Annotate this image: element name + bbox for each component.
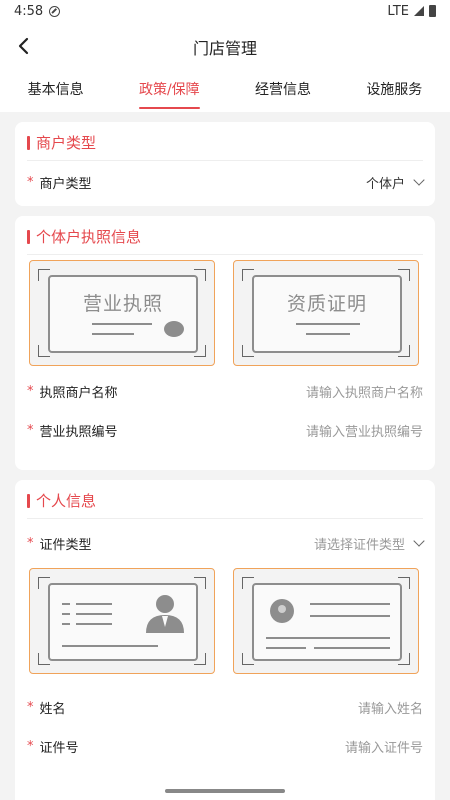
- license-number-label: 营业执照编号: [39, 424, 118, 440]
- merchant-type-value-text: 个体户: [365, 176, 405, 192]
- illustration-line: [296, 323, 360, 325]
- illustration-line: [266, 647, 306, 649]
- network-type: LTE: [387, 3, 409, 19]
- required-mark: *: [27, 535, 34, 551]
- personal-info-card: 个人信息 * 证件类型 请选择证件类型 * 姓名 请输入姓名 * 证件号 请输入…: [15, 480, 435, 800]
- personal-section-title: 个人信息: [27, 490, 96, 511]
- illustration-line: [314, 647, 390, 649]
- license-section-title: 个体户执照信息: [27, 226, 141, 247]
- person-portrait-icon: [146, 595, 184, 633]
- id-number-label: 证件号: [39, 740, 79, 756]
- battery-icon: [429, 5, 436, 17]
- illustration-line: [62, 613, 70, 615]
- status-right: LTE: [387, 4, 436, 19]
- license-number-input[interactable]: 请输入营业执照编号: [306, 421, 423, 440]
- tab-bar: 基本信息 政策/保障 经营信息 设施服务: [0, 72, 450, 112]
- illustration-line: [92, 323, 152, 325]
- home-indicator[interactable]: [165, 789, 285, 793]
- id-number-field[interactable]: * 证件号 请输入证件号: [27, 731, 423, 761]
- license-number-field[interactable]: * 营业执照编号 请输入营业执照编号: [27, 415, 423, 445]
- back-arrow-icon[interactable]: [14, 36, 34, 56]
- tab-business-info[interactable]: 经营信息: [251, 75, 315, 109]
- merchant-type-label: 商户类型: [39, 176, 92, 192]
- section-title-text: 个体户执照信息: [36, 228, 142, 246]
- emblem-icon: [270, 599, 294, 623]
- name-input[interactable]: 请输入姓名: [358, 698, 423, 717]
- name-field[interactable]: * 姓名 请输入姓名: [27, 692, 423, 722]
- name-label: 姓名: [39, 701, 66, 717]
- license-merchant-name-label: 执照商户名称: [39, 385, 118, 401]
- id-type-label: 证件类型: [39, 537, 92, 553]
- license-illustration-text: 营业执照: [82, 293, 163, 315]
- merchant-type-value[interactable]: 个体户: [365, 173, 425, 192]
- illustration-line: [306, 333, 350, 335]
- divider: [27, 518, 423, 519]
- divider: [27, 254, 423, 255]
- illustration-line: [62, 645, 158, 647]
- required-mark: *: [27, 422, 34, 438]
- id-back-illustration: [252, 583, 402, 661]
- status-time: 4:58: [14, 3, 44, 19]
- page-title: 门店管理: [192, 39, 257, 58]
- license-merchant-name-input[interactable]: 请输入执照商户名称: [306, 382, 423, 401]
- section-marker: [27, 135, 30, 150]
- form-content[interactable]: 商户类型 * 商户类型 个体户 个体户执照信息 营业执照 资质证明 * 执照商户…: [0, 112, 450, 800]
- illustration-line: [76, 603, 112, 605]
- illustration-line: [62, 603, 70, 605]
- required-mark: *: [27, 738, 34, 754]
- merchant-type-section-title: 商户类型: [27, 132, 96, 153]
- illustration-line: [62, 623, 70, 625]
- merchant-type-select[interactable]: * 商户类型 个体户: [27, 167, 425, 197]
- section-marker: [27, 229, 30, 244]
- divider: [27, 160, 423, 161]
- id-type-select[interactable]: * 证件类型 请选择证件类型: [27, 528, 425, 558]
- illustration-line: [266, 637, 390, 639]
- chevron-down-icon: [413, 174, 425, 186]
- id-type-placeholder: 请选择证件类型: [313, 537, 405, 553]
- illustration-line: [76, 613, 112, 615]
- license-placeholder-illustration: 营业执照: [48, 275, 198, 353]
- section-title-text: 个人信息: [36, 492, 97, 510]
- app-header: 门店管理: [0, 22, 450, 72]
- chevron-down-icon: [413, 535, 425, 547]
- required-mark: *: [27, 383, 34, 399]
- illustration-line: [310, 603, 390, 605]
- id-front-illustration: [48, 583, 198, 661]
- license-merchant-name-field[interactable]: * 执照商户名称 请输入执照商户名称: [27, 376, 423, 406]
- seal-icon: [164, 321, 184, 337]
- qualification-upload[interactable]: 资质证明: [233, 260, 419, 366]
- required-mark: *: [27, 699, 34, 715]
- signal-icon: [414, 6, 424, 16]
- tab-facility-service[interactable]: 设施服务: [362, 75, 426, 109]
- section-marker: [27, 493, 30, 508]
- qualification-placeholder-illustration: 资质证明: [252, 275, 402, 353]
- id-type-value[interactable]: 请选择证件类型: [313, 534, 425, 553]
- tab-basic-info[interactable]: 基本信息: [24, 75, 88, 109]
- business-license-upload[interactable]: 营业执照: [29, 260, 215, 366]
- illustration-line: [92, 333, 134, 335]
- illustration-line: [310, 615, 390, 617]
- section-title-text: 商户类型: [36, 134, 97, 152]
- qualification-illustration-text: 资质证明: [286, 293, 367, 315]
- id-card-front-upload[interactable]: [29, 568, 215, 674]
- tab-policy-guarantee[interactable]: 政策/保障: [135, 75, 204, 109]
- merchant-type-card: 商户类型 * 商户类型 个体户: [15, 122, 435, 206]
- status-bar: 4:58 LTE: [0, 0, 450, 22]
- id-number-input[interactable]: 请输入证件号: [345, 737, 423, 756]
- id-card-back-upload[interactable]: [233, 568, 419, 674]
- license-info-card: 个体户执照信息 营业执照 资质证明 * 执照商户名称 请输入执照商户名称 * 营…: [15, 216, 435, 470]
- illustration-line: [76, 623, 112, 625]
- required-mark: *: [27, 174, 34, 190]
- do-not-disturb-icon: [49, 5, 61, 17]
